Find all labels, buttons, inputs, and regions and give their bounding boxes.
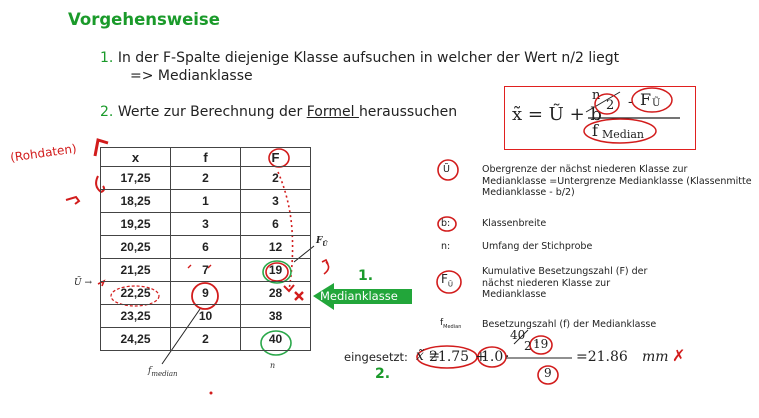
cell-f: 10: [170, 304, 241, 328]
calc-b: 1.0: [481, 349, 504, 365]
cell-x: 21,25: [100, 258, 171, 282]
cell-x: 20,25: [100, 235, 171, 259]
cell-F: 19: [240, 258, 311, 282]
fmedian-label: fmedian: [148, 366, 178, 378]
frequency-table: x f F 17,25 2 2 18,25 1 3 19,25 3 6 20,2…: [100, 147, 311, 351]
cell-x: 24,25: [100, 327, 171, 351]
cell-F: 3: [240, 189, 311, 213]
calc-num-top: 40: [510, 328, 526, 342]
calc-wrong-mark: ✗: [672, 346, 686, 365]
cell-f: 7: [170, 258, 241, 282]
n-label: n: [270, 361, 276, 370]
cell-x: 19,25: [100, 212, 171, 236]
cell-x: 22,25: [100, 281, 171, 305]
cell-f: 1: [170, 189, 241, 213]
table-row: 20,25 6 12: [100, 235, 311, 259]
calc-result: =21.86: [576, 349, 628, 365]
legend-sym-U: Ũ: [443, 164, 450, 175]
cell-F: 2: [240, 166, 311, 190]
step-1-marker: 1.: [358, 268, 374, 284]
legend-text-fmedian: Besetzungszahl (f) der Medianklasse: [482, 319, 657, 330]
calc-label: eingesetzt:: [344, 350, 408, 364]
col-header-F: F: [240, 147, 311, 167]
table-row: 24,25 2 40: [100, 327, 311, 351]
table-row: 21,25 7 19: [100, 258, 311, 282]
red-scribble: [65, 195, 81, 205]
cell-F: 12: [240, 235, 311, 259]
medianklasse-label: Medianklasse: [320, 289, 398, 303]
table-header-row: x f F: [100, 147, 311, 167]
U-marker: Ũ →: [74, 278, 92, 288]
calc-a: 21.75: [429, 349, 470, 365]
cell-f: 9: [170, 281, 241, 305]
calc-den-9: 9: [544, 366, 552, 380]
circle-FU: [631, 87, 673, 113]
table-row: 18,25 1 3: [100, 189, 311, 213]
cell-F: 40: [240, 327, 311, 351]
legend-sym-FU: FŨ: [441, 272, 454, 289]
table-row: 22,25 9 28: [100, 281, 311, 305]
legend-text-b: Klassenbreite: [482, 218, 547, 229]
legend-text-n: Umfang der Stichprobe: [482, 241, 593, 252]
circle-n2: [594, 93, 620, 115]
table-row: 19,25 3 6: [100, 212, 311, 236]
step-2-marker: 2.: [375, 366, 391, 382]
legend-text-U: Obergrenze der nächst niederen Klasse zu…: [482, 164, 752, 198]
col-header-f: f: [170, 147, 241, 167]
calc-num-2: 2: [524, 339, 532, 353]
calc-num-19: 19: [533, 337, 549, 351]
curl-arrow: [321, 258, 330, 275]
calc-dot: ·: [505, 349, 510, 365]
cell-x: 18,25: [100, 189, 171, 213]
legend-text-FU: Kumulative Besetzungszahl (F) der nächst…: [482, 266, 648, 300]
cell-f: 2: [170, 327, 241, 351]
legend-sym-fmedian: fMedian: [440, 318, 462, 330]
col-header-x: x: [100, 147, 171, 167]
circle-fmedian: [583, 118, 657, 144]
legend-sym-b: b:: [441, 218, 451, 229]
cell-x: 23,25: [100, 304, 171, 328]
FU-label: FŨ: [316, 236, 328, 248]
red-dot: [209, 391, 213, 395]
cell-F: 28: [240, 281, 311, 305]
cell-x: 17,25: [100, 166, 171, 190]
cell-F: 38: [240, 304, 311, 328]
cell-f: 3: [170, 212, 241, 236]
cell-f: 6: [170, 235, 241, 259]
calc-unit: mm: [642, 349, 669, 365]
legend-sym-n: n:: [441, 241, 451, 252]
table-row: 23,25 10 38: [100, 304, 311, 328]
cell-F: 6: [240, 212, 311, 236]
cell-f: 2: [170, 166, 241, 190]
table-row: 17,25 2 2: [100, 166, 311, 190]
